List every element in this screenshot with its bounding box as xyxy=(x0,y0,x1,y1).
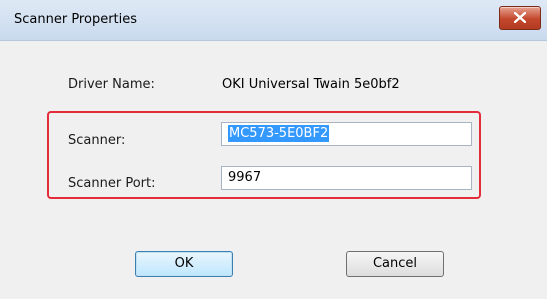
scanner-input[interactable]: MC573-5E0BF2 xyxy=(221,122,472,146)
scanner-port-input[interactable]: 9967 xyxy=(221,166,472,190)
scanner-input-value: MC573-5E0BF2 xyxy=(228,125,330,142)
scanner-properties-dialog: Scanner Properties Driver Name: OKI Univ… xyxy=(0,0,547,299)
cancel-button[interactable]: Cancel xyxy=(346,251,444,277)
scanner-port-input-value: 9967 xyxy=(228,170,262,185)
scanner-label: Scanner: xyxy=(68,133,126,148)
window-title: Scanner Properties xyxy=(14,12,138,27)
close-button[interactable] xyxy=(499,6,541,30)
title-bar: Scanner Properties xyxy=(0,0,547,41)
driver-name-label: Driver Name: xyxy=(68,77,155,92)
driver-name-value: OKI Universal Twain 5e0bf2 xyxy=(222,77,400,92)
scanner-port-label: Scanner Port: xyxy=(68,176,156,191)
ok-button[interactable]: OK xyxy=(135,251,233,277)
cancel-button-label: Cancel xyxy=(372,256,418,271)
ok-button-label: OK xyxy=(174,256,194,271)
close-icon xyxy=(514,12,526,23)
